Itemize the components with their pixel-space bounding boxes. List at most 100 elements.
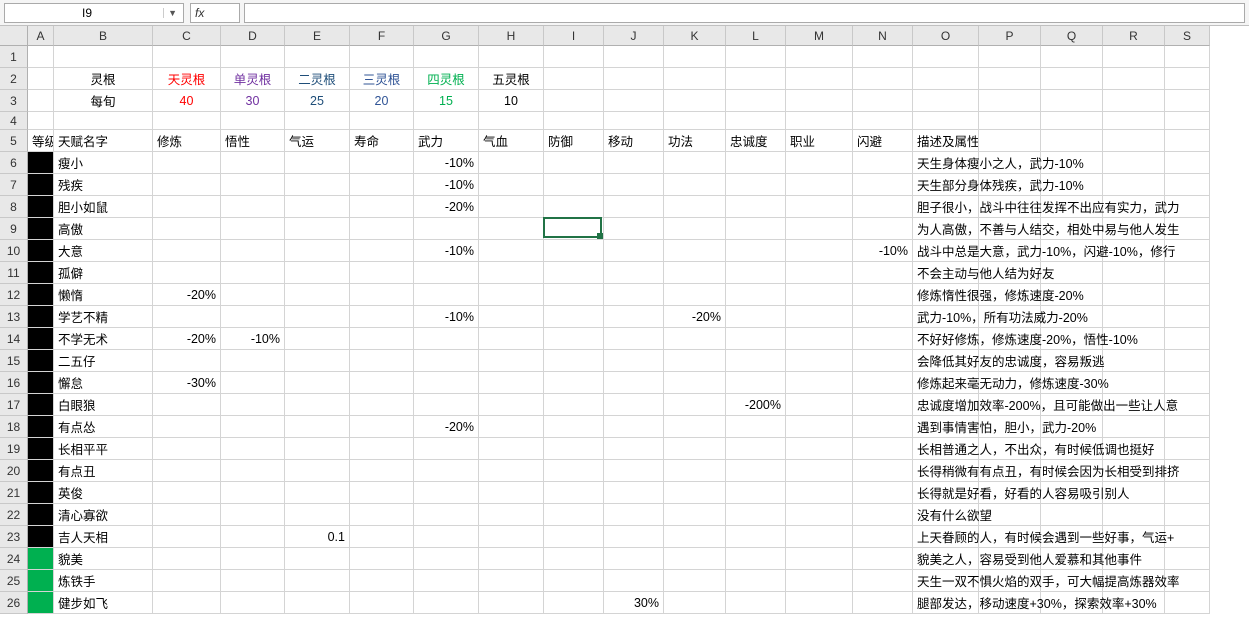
cell[interactable]: 残疾: [54, 174, 153, 196]
cell[interactable]: 三灵根: [350, 68, 414, 90]
cell[interactable]: 长相普通之人，不出众，有时候低调也挺好: [913, 438, 979, 460]
cell[interactable]: -10%: [414, 152, 479, 174]
cell[interactable]: [28, 218, 54, 240]
cell[interactable]: [350, 504, 414, 526]
cell[interactable]: 天生身体瘦小之人，武力-10%: [913, 152, 979, 174]
cell[interactable]: [221, 284, 285, 306]
cell[interactable]: [979, 46, 1041, 68]
cell[interactable]: [853, 262, 913, 284]
cell[interactable]: [221, 504, 285, 526]
cell[interactable]: [544, 350, 604, 372]
cell[interactable]: [726, 196, 786, 218]
cell[interactable]: [664, 152, 726, 174]
cell[interactable]: 忠诚度增加效率-200%，且可能做出一些让人意: [913, 394, 979, 416]
cell[interactable]: [28, 328, 54, 350]
row-header[interactable]: 26: [0, 592, 28, 614]
cell[interactable]: [853, 394, 913, 416]
cell[interactable]: [28, 526, 54, 548]
cell[interactable]: [544, 482, 604, 504]
cell[interactable]: [853, 504, 913, 526]
column-header[interactable]: E: [285, 26, 350, 46]
cell[interactable]: [786, 218, 853, 240]
formula-input[interactable]: [244, 3, 1245, 23]
cell[interactable]: [28, 284, 54, 306]
cell[interactable]: 炼铁手: [54, 570, 153, 592]
cell[interactable]: [414, 460, 479, 482]
cell[interactable]: [853, 460, 913, 482]
cell[interactable]: [786, 284, 853, 306]
cell[interactable]: [664, 482, 726, 504]
cell[interactable]: [786, 262, 853, 284]
cell[interactable]: [350, 460, 414, 482]
cell[interactable]: [221, 460, 285, 482]
column-header[interactable]: N: [853, 26, 913, 46]
cell[interactable]: [1103, 68, 1165, 90]
row-header[interactable]: 18: [0, 416, 28, 438]
column-header[interactable]: R: [1103, 26, 1165, 46]
cell[interactable]: [604, 112, 664, 130]
cell[interactable]: [1103, 372, 1165, 394]
cell[interactable]: [979, 90, 1041, 112]
cell[interactable]: [664, 90, 726, 112]
cell[interactable]: 武力: [414, 130, 479, 152]
cell[interactable]: [350, 152, 414, 174]
cell[interactable]: [1165, 548, 1210, 570]
cell[interactable]: [153, 240, 221, 262]
cell[interactable]: [726, 526, 786, 548]
cell[interactable]: [786, 350, 853, 372]
cell[interactable]: [28, 438, 54, 460]
row-header[interactable]: 8: [0, 196, 28, 218]
cell[interactable]: 有点丑: [54, 460, 153, 482]
cell[interactable]: [726, 240, 786, 262]
cell[interactable]: 天灵根: [153, 68, 221, 90]
cell[interactable]: [604, 394, 664, 416]
cell[interactable]: [664, 262, 726, 284]
cell[interactable]: [544, 548, 604, 570]
cell[interactable]: [544, 240, 604, 262]
cell[interactable]: [350, 218, 414, 240]
cell[interactable]: 气运: [285, 130, 350, 152]
cell[interactable]: [853, 526, 913, 548]
cell[interactable]: [221, 262, 285, 284]
cell[interactable]: 上天眷顾的人，有时候会遇到一些好事，气运+: [913, 526, 979, 548]
cell[interactable]: [1103, 46, 1165, 68]
cell[interactable]: [221, 372, 285, 394]
cell[interactable]: 20: [350, 90, 414, 112]
column-header[interactable]: H: [479, 26, 544, 46]
cell[interactable]: [604, 240, 664, 262]
cell[interactable]: [28, 306, 54, 328]
cell[interactable]: [664, 240, 726, 262]
cell[interactable]: 二灵根: [285, 68, 350, 90]
cell[interactable]: 不学无术: [54, 328, 153, 350]
row-header[interactable]: 17: [0, 394, 28, 416]
cell[interactable]: [544, 570, 604, 592]
cell[interactable]: [544, 152, 604, 174]
cell[interactable]: [350, 592, 414, 614]
cell[interactable]: [544, 504, 604, 526]
cell[interactable]: [350, 394, 414, 416]
cell[interactable]: [786, 152, 853, 174]
cell[interactable]: [1165, 416, 1210, 438]
cell[interactable]: -20%: [414, 196, 479, 218]
cell[interactable]: 10: [479, 90, 544, 112]
cell[interactable]: 修炼惰性很强，修炼速度-20%: [913, 284, 979, 306]
cell[interactable]: [479, 526, 544, 548]
cell[interactable]: [414, 504, 479, 526]
cell[interactable]: [479, 570, 544, 592]
cell[interactable]: [285, 570, 350, 592]
cell[interactable]: [153, 350, 221, 372]
cell[interactable]: 30: [221, 90, 285, 112]
cell[interactable]: 移动: [604, 130, 664, 152]
cell[interactable]: -10%: [221, 328, 285, 350]
cell[interactable]: [285, 416, 350, 438]
cell[interactable]: [913, 46, 979, 68]
cell[interactable]: [726, 218, 786, 240]
cell[interactable]: [664, 68, 726, 90]
cell[interactable]: [28, 460, 54, 482]
cell[interactable]: [153, 46, 221, 68]
row-header[interactable]: 14: [0, 328, 28, 350]
cell[interactable]: [726, 262, 786, 284]
cell[interactable]: [664, 460, 726, 482]
cell[interactable]: [414, 592, 479, 614]
cell[interactable]: 悟性: [221, 130, 285, 152]
